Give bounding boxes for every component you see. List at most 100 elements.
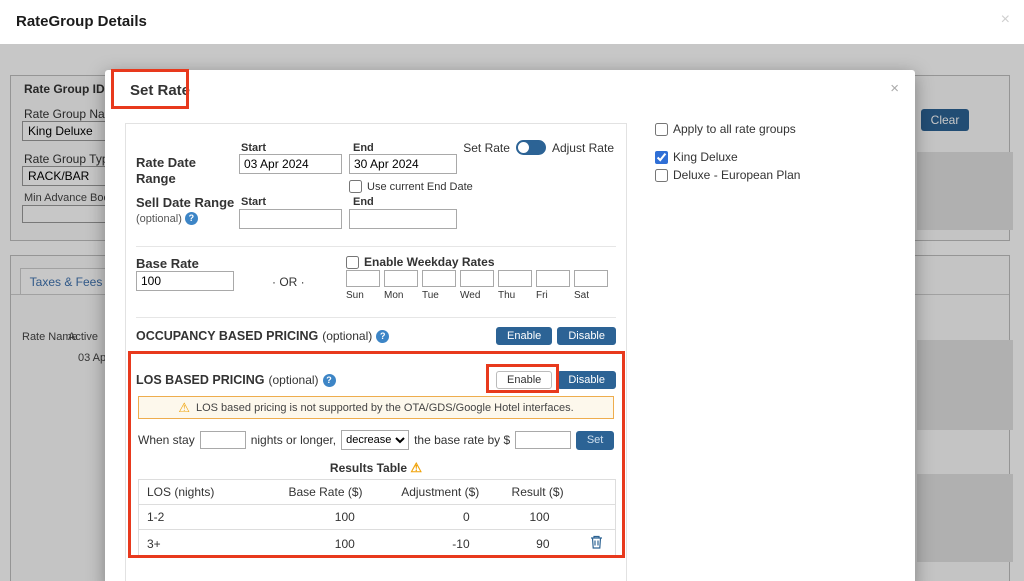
table-row: 1-2 100 0 100 [139, 505, 616, 530]
los-results-table: LOS (nights) Base Rate ($) Adjustment ($… [138, 479, 616, 558]
occupancy-optional-text: (optional) [322, 329, 372, 343]
los-cell: 3+ [139, 530, 269, 558]
rate-start-input[interactable] [239, 154, 342, 174]
weekday-cell: Thu [498, 270, 532, 301]
page-close-icon[interactable]: × [1001, 11, 1010, 29]
or-separator: · OR · [272, 275, 305, 289]
sat-label: Sat [574, 290, 608, 301]
sun-label: Sun [346, 290, 380, 301]
apply-all-rate-groups-checkbox[interactable]: Apply to all rate groups [655, 122, 796, 136]
weekday-cell: Wed [460, 270, 494, 301]
table-header-row: LOS (nights) Base Rate ($) Adjustment ($… [139, 480, 616, 505]
enable-weekday-rates-label: Enable Weekday Rates [364, 255, 495, 269]
enable-weekday-rates-input[interactable] [346, 256, 359, 269]
use-current-end-date-label: Use current End Date [367, 181, 473, 193]
king-deluxe-label: King Deluxe [673, 150, 738, 164]
when-stay-label: When stay [138, 433, 195, 447]
sell-date-range-optional: (optional) ? [136, 212, 198, 225]
set-rate-toggle-label: Set Rate [463, 141, 510, 155]
los-pricing-row: LOS BASED PRICING (optional) ? Enable Di… [136, 371, 616, 389]
weekday-cell: Sun [346, 270, 380, 301]
sat-rate-input[interactable] [574, 270, 608, 287]
los-amount-input[interactable] [515, 431, 571, 449]
rate-end-label: End [353, 142, 374, 154]
rate-date-range-label: Rate Date Range [136, 155, 224, 187]
col-los-nights: LOS (nights) [139, 480, 269, 505]
divider [136, 246, 616, 247]
weekday-cell: Sat [574, 270, 608, 301]
results-title-text: Results Table [330, 461, 407, 475]
thu-rate-input[interactable] [498, 270, 532, 287]
results-warning-icon: ⚠ [410, 460, 422, 475]
divider [136, 317, 616, 318]
col-actions [578, 480, 616, 505]
rate-mode-toggle[interactable] [516, 140, 546, 155]
los-direction-select[interactable]: decrease [341, 430, 409, 450]
los-optional-text: (optional) [269, 373, 319, 387]
sell-start-label: Start [241, 196, 266, 208]
col-base-rate: Base Rate ($) [268, 480, 383, 505]
occupancy-enable-button[interactable]: Enable [496, 327, 552, 345]
fri-label: Fri [536, 290, 570, 301]
rate-mode-toggle-row: Set Rate Adjust Rate [463, 140, 614, 155]
base-rate-by-label: the base rate by $ [414, 433, 510, 447]
mon-rate-input[interactable] [384, 270, 418, 287]
use-current-end-date-checkbox[interactable]: Use current End Date [349, 180, 473, 193]
rate-end-input[interactable] [349, 154, 457, 174]
sell-start-input[interactable] [239, 209, 342, 229]
adj-cell: -10 [383, 530, 498, 558]
results-table-title: Results Table ⚠ [126, 460, 626, 476]
sell-end-label: End [353, 196, 374, 208]
occupancy-info-icon[interactable]: ? [376, 330, 389, 343]
los-warning-text: LOS based pricing is not supported by th… [196, 402, 574, 414]
tue-label: Tue [422, 290, 456, 301]
weekday-rate-inputs: Sun Mon Tue Wed Thu Fri Sat [346, 270, 608, 301]
base-cell: 100 [268, 530, 383, 558]
los-enable-button[interactable]: Enable [496, 371, 552, 389]
col-result: Result ($) [498, 480, 578, 505]
los-rule-row: When stay nights or longer, decrease the… [138, 430, 614, 450]
los-set-button[interactable]: Set [576, 431, 614, 450]
sun-rate-input[interactable] [346, 270, 380, 287]
warning-icon: ⚠ [178, 400, 190, 416]
page-title: RateGroup Details [16, 13, 147, 30]
wed-label: Wed [460, 290, 494, 301]
base-cell: 100 [268, 505, 383, 530]
result-cell: 100 [498, 505, 578, 530]
fri-rate-input[interactable] [536, 270, 570, 287]
deluxe-european-checkbox-input[interactable] [655, 169, 668, 182]
actions-cell [578, 530, 616, 558]
result-cell: 90 [498, 530, 578, 558]
adj-cell: 0 [383, 505, 498, 530]
occupancy-pricing-label: OCCUPANCY BASED PRICING [136, 329, 318, 343]
delete-los-row-button[interactable] [590, 535, 603, 552]
modal-close-icon[interactable]: × [890, 80, 899, 97]
toggle-knob [518, 142, 529, 153]
base-rate-label: Base Rate [136, 256, 199, 271]
weekday-cell: Fri [536, 270, 570, 301]
apply-all-checkbox-input[interactable] [655, 123, 668, 136]
trash-icon [590, 535, 603, 549]
use-current-end-date-input[interactable] [349, 180, 362, 193]
los-disable-button[interactable]: Disable [557, 371, 616, 389]
los-cell: 1-2 [139, 505, 269, 530]
enable-weekday-rates-checkbox[interactable]: Enable Weekday Rates [346, 255, 495, 269]
actions-cell [578, 505, 616, 530]
table-row: 3+ 100 -10 90 [139, 530, 616, 558]
sell-end-input[interactable] [349, 209, 457, 229]
rate-start-label: Start [241, 142, 266, 154]
king-deluxe-checkbox-input[interactable] [655, 151, 668, 164]
los-info-icon[interactable]: ? [323, 374, 336, 387]
adjust-rate-toggle-label: Adjust Rate [552, 141, 614, 155]
los-nights-input[interactable] [200, 431, 246, 449]
tue-rate-input[interactable] [422, 270, 456, 287]
thu-label: Thu [498, 290, 532, 301]
page-header: RateGroup Details × [0, 0, 1024, 44]
sell-info-icon[interactable]: ? [185, 212, 198, 225]
weekday-cell: Tue [422, 270, 456, 301]
rate-group-deluxe-european-checkbox[interactable]: Deluxe - European Plan [655, 168, 800, 182]
occupancy-disable-button[interactable]: Disable [557, 327, 616, 345]
base-rate-input[interactable] [136, 271, 234, 291]
wed-rate-input[interactable] [460, 270, 494, 287]
rate-group-king-deluxe-checkbox[interactable]: King Deluxe [655, 150, 738, 164]
